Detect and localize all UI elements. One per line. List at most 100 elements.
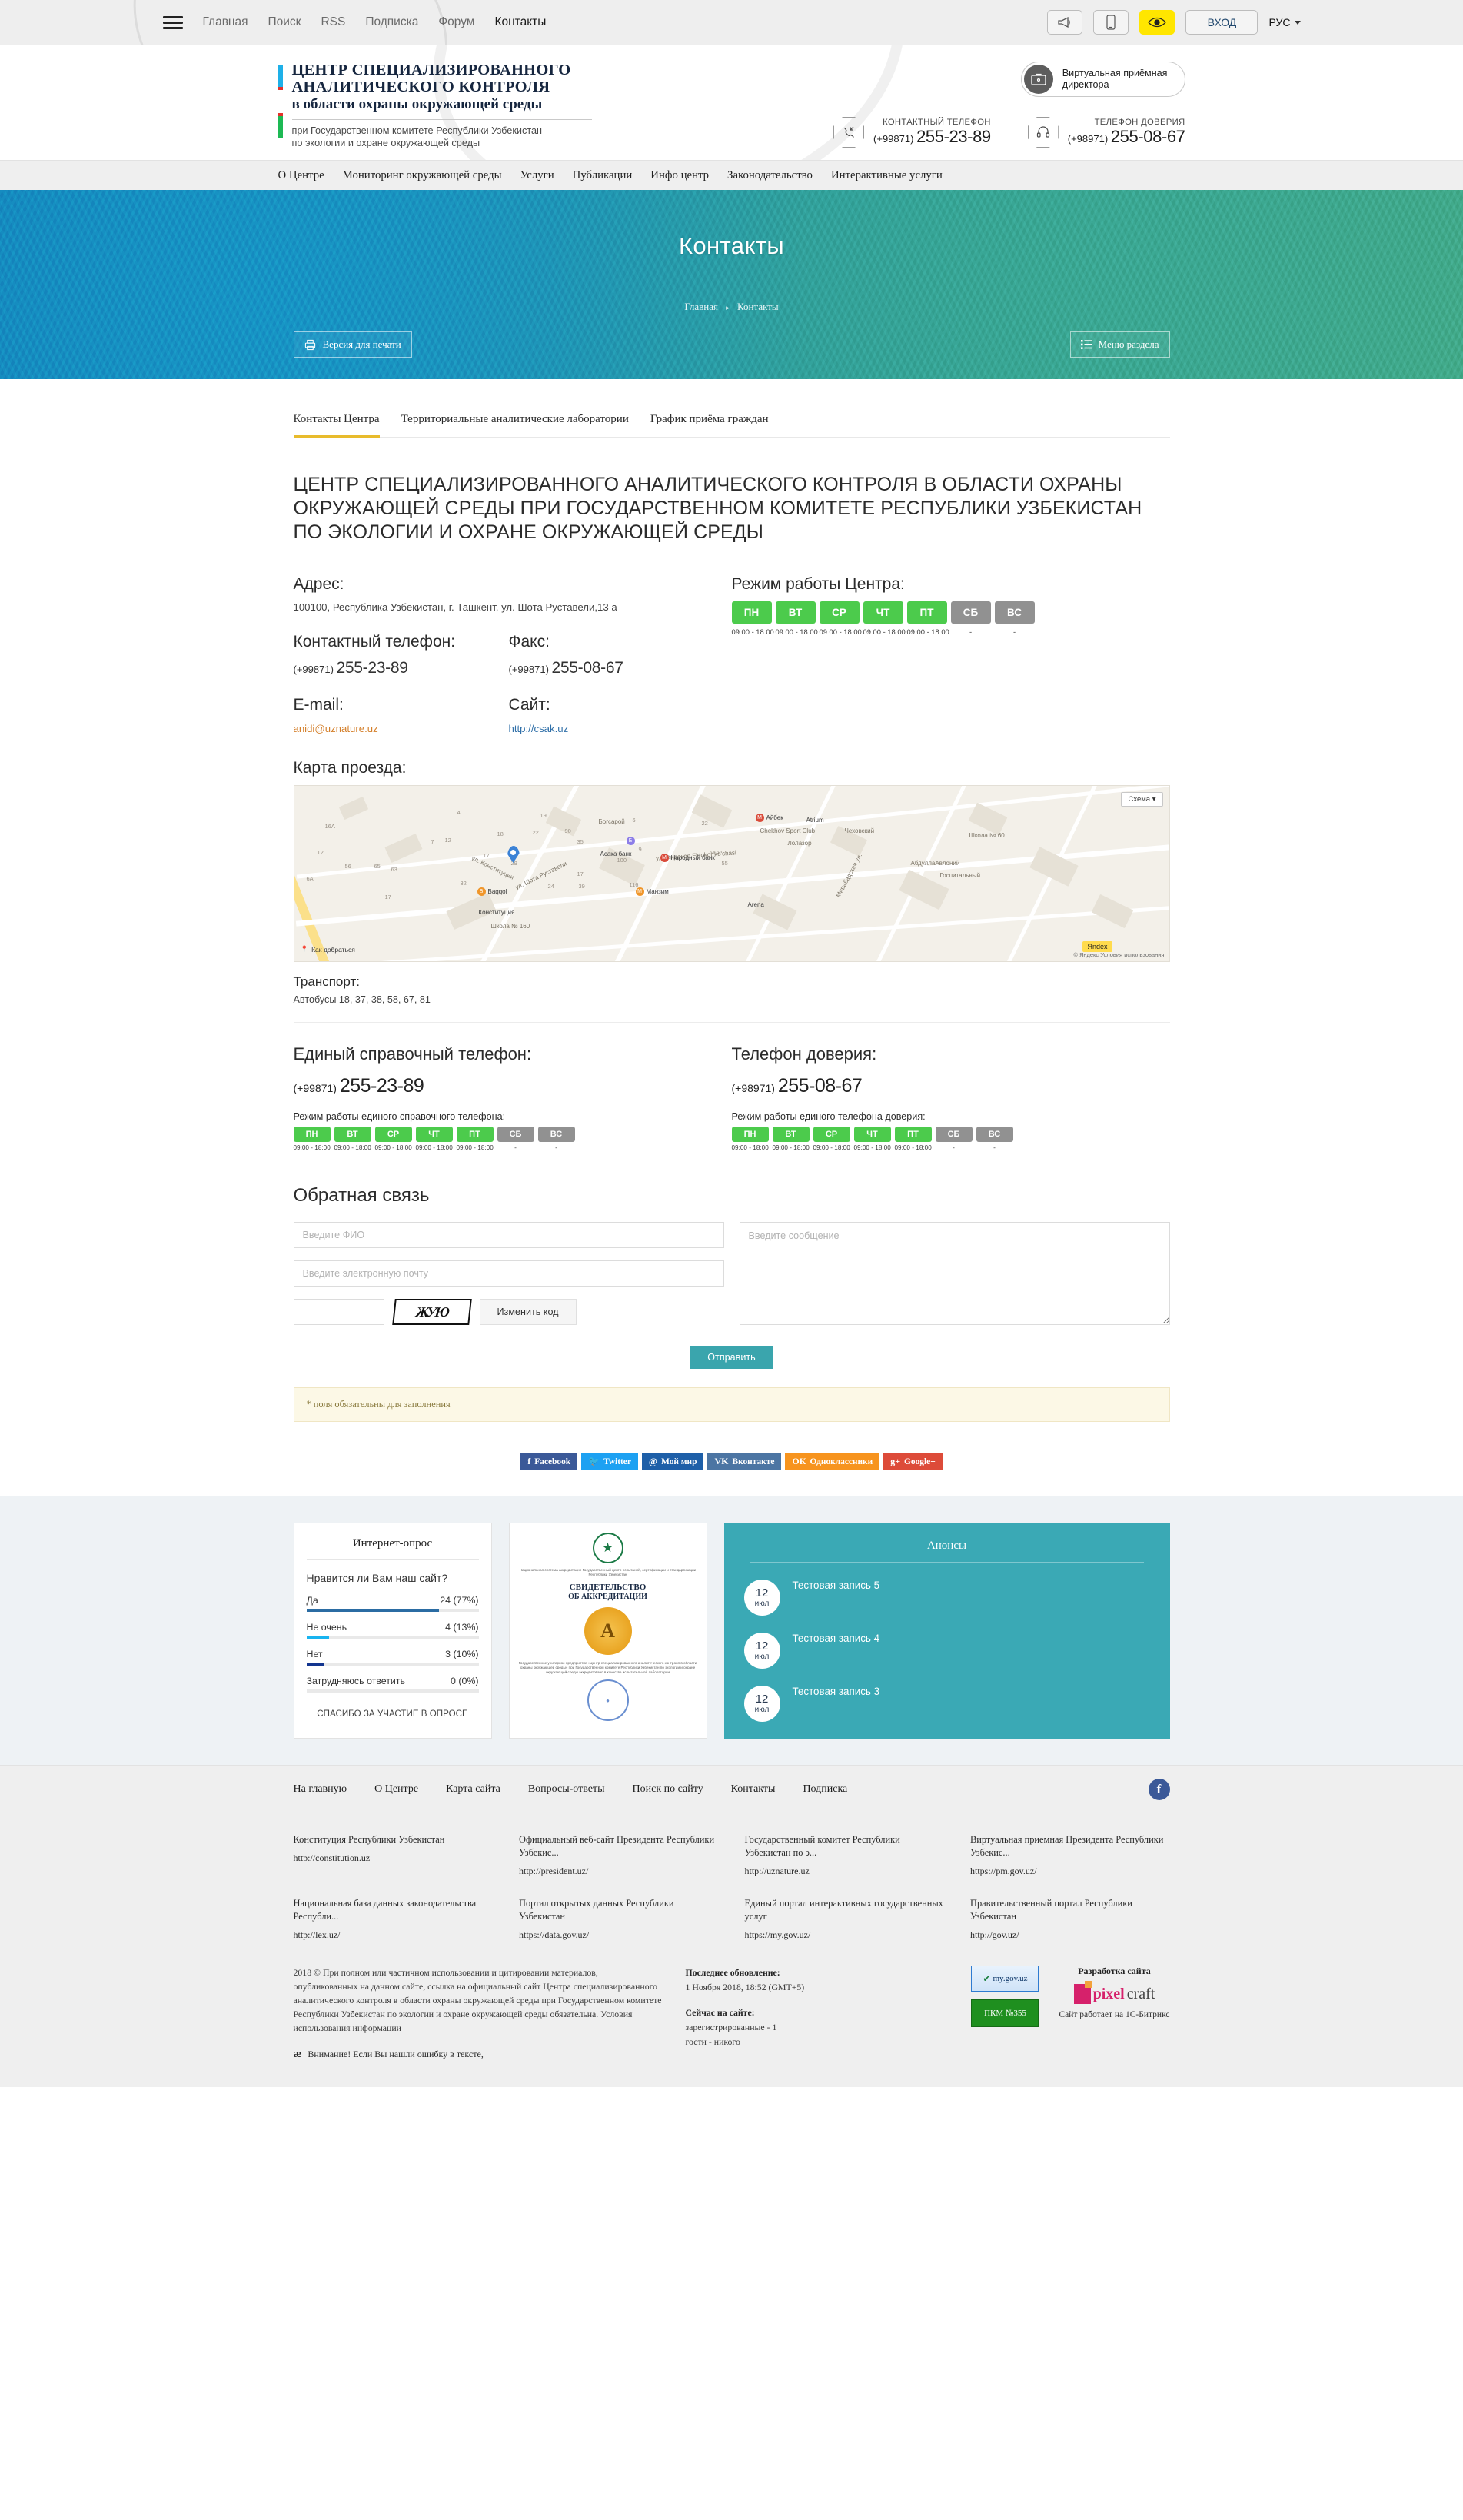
- footer-nav-na-glavnuyu[interactable]: На главную: [294, 1783, 347, 1796]
- announcement-item[interactable]: 12 июл Тестовая запись 4: [743, 1633, 1150, 1669]
- schedule-day: ВС -: [976, 1127, 1013, 1151]
- online-label: Сейчас на сайте:: [685, 2007, 755, 2018]
- mobile-phone-icon[interactable]: [1093, 10, 1129, 35]
- print-version-button[interactable]: Версия для печати: [293, 331, 412, 358]
- pkm-badge[interactable]: ПКМ №355: [971, 1999, 1039, 2027]
- main-nav-item-interaktivnye-uslugi[interactable]: Интерактивные услуги: [831, 169, 943, 182]
- certificate-widget[interactable]: Национальная система аккредитации Госуда…: [508, 1523, 707, 1739]
- top-nav-item-forum[interactable]: Форум: [438, 15, 474, 29]
- transport-value: Автобусы 18, 37, 38, 58, 67, 81: [293, 994, 431, 1005]
- uzbekistan-flag-bar: [278, 65, 283, 138]
- main-nav-item-o-centre[interactable]: О Центре: [278, 169, 324, 182]
- schedule-day: ЧТ 09:00 - 18:00: [863, 601, 906, 636]
- message-textarea[interactable]: [739, 1222, 1170, 1325]
- language-selector[interactable]: РУС: [1268, 16, 1301, 28]
- share-twitter-button[interactable]: 🐦 Twitter: [581, 1453, 638, 1470]
- center-schedule-title: Режим работы Центра:: [731, 575, 905, 593]
- share-vkontakte-button[interactable]: VK Вконтакте: [707, 1453, 782, 1470]
- page-title: ЦЕНТР СПЕЦИАЛИЗИРОВАННОГО АНАЛИТИЧЕСКОГО…: [293, 474, 1142, 543]
- share-odnoklassniki-button[interactable]: ОК Одноклассники: [785, 1453, 880, 1470]
- announcement-item[interactable]: 12 июл Тестовая запись 3: [743, 1686, 1150, 1722]
- announcement-item[interactable]: 12 июл Тестовая запись 5: [743, 1580, 1150, 1616]
- footer-link-url[interactable]: https://data.gov.uz/: [519, 1929, 719, 1941]
- top-nav-item-kontakty[interactable]: Контакты: [494, 15, 546, 29]
- header-trust-phone[interactable]: ТЕЛЕФОН ДОВЕРИЯ (+98971) 255-08-67: [1027, 117, 1185, 148]
- footer-link-url[interactable]: http://uznature.uz: [745, 1866, 945, 1877]
- schedule-day-chip: ПН: [293, 1127, 331, 1142]
- eye-icon[interactable]: [1139, 10, 1175, 35]
- footer-link-item: Официальный веб-сайт Президента Республи…: [519, 1833, 719, 1877]
- print-version-label: Версия для печати: [322, 338, 401, 350]
- email-input[interactable]: [293, 1260, 724, 1287]
- error-report-notice[interactable]: æ Внимание! Если Вы нашли ошибку в текст…: [294, 2047, 663, 2061]
- captcha-input[interactable]: [293, 1299, 384, 1325]
- fax-number: 255-08-67: [551, 659, 623, 677]
- announcement-day: 12: [755, 1693, 769, 1706]
- footer-nav-o-centre[interactable]: О Центре: [374, 1783, 418, 1796]
- virtual-reception-button[interactable]: Виртуальная приёмная директора: [1020, 62, 1185, 97]
- breadcrumb-home[interactable]: Главная: [684, 301, 718, 312]
- breadcrumb-separator-icon: ▸: [726, 304, 730, 311]
- poll-option-label: Не очень: [306, 1622, 347, 1633]
- logo-subtitle-2: по экологии и охране окружающей среды: [291, 138, 480, 148]
- footer-link-url[interactable]: http://president.uz/: [519, 1866, 719, 1877]
- footer-nav-kontakty[interactable]: Контакты: [731, 1783, 776, 1796]
- footer-nav-podpiska[interactable]: Подписка: [803, 1783, 847, 1796]
- refresh-captcha-button[interactable]: Изменить код: [479, 1299, 577, 1325]
- top-nav-item-poisk[interactable]: Поиск: [268, 15, 301, 29]
- top-nav-item-podpiska[interactable]: Подписка: [365, 15, 418, 29]
- share-facebook-button[interactable]: f Facebook: [520, 1453, 578, 1470]
- pixelcraft-logo[interactable]: pixel craft: [1059, 1981, 1169, 2004]
- hotline-number: 255-23-89: [339, 1075, 424, 1097]
- map-layer-selector[interactable]: Схема ▾: [1121, 792, 1163, 807]
- share-odnoklassniki-label: Одноклассники: [810, 1456, 873, 1466]
- main-nav-item-zakonodatelstvo[interactable]: Законодательство: [727, 169, 813, 182]
- footer-link-url[interactable]: http://constitution.uz: [294, 1853, 494, 1864]
- main-nav-item-publikacii[interactable]: Публикации: [573, 169, 633, 182]
- required-fields-note: * поля обязательны для заполнения: [293, 1387, 1170, 1422]
- site-value[interactable]: http://csak.uz: [509, 723, 569, 734]
- schedule-day-chip: СБ: [497, 1127, 534, 1142]
- poll-thanks: СПАСИБО ЗА УЧАСТИЕ В ОПРОСЕ: [317, 1709, 468, 1719]
- tab-territorialnye-laboratorii[interactable]: Территориальные аналитические лаборатори…: [401, 413, 629, 438]
- hotline-block: Единый справочный телефон: (+99871) 255-…: [293, 1044, 732, 1151]
- route-map[interactable]: 16A 12 56 65 63 6A 17 4 18 7 12 17 29 32…: [293, 785, 1170, 962]
- header-contact-phone[interactable]: КОНТАКТНЫЙ ТЕЛЕФОН (+99871) 255-23-89: [833, 117, 991, 148]
- site-logo[interactable]: ЦЕНТР СПЕЦИАЛИЗИРОВАННОГО АНАЛИТИЧЕСКОГО…: [278, 62, 592, 149]
- facebook-icon[interactable]: f: [1148, 1778, 1170, 1800]
- schedule-day-chip: СР: [813, 1127, 850, 1142]
- hero-banner: Контакты Главная ▸ Контакты Версия для п…: [0, 190, 1463, 379]
- tab-grafik-priema[interactable]: График приёма граждан: [650, 413, 769, 438]
- megaphone-icon[interactable]: [1047, 10, 1083, 35]
- schedule-day-hours: 09:00 - 18:00: [813, 1144, 850, 1151]
- main-nav-item-info-centr[interactable]: Инфо центр: [650, 169, 709, 182]
- footer-link-url[interactable]: https://my.gov.uz/: [745, 1929, 945, 1941]
- footer-nav-voprosy-otvety[interactable]: Вопросы-ответы: [528, 1783, 605, 1796]
- main-navigation: О Центре Мониторинг окружающей среды Усл…: [0, 160, 1463, 190]
- map-route-button[interactable]: 📍 Как добраться: [301, 945, 355, 954]
- footer-nav-poisk[interactable]: Поиск по сайту: [633, 1783, 703, 1796]
- googleplus-icon: g+: [890, 1456, 901, 1466]
- footer-link-url[interactable]: https://pm.gov.uz/: [970, 1866, 1170, 1877]
- contact-phone-number: 255-23-89: [336, 659, 408, 677]
- section-menu-button[interactable]: Меню раздела: [1069, 331, 1170, 358]
- email-value[interactable]: anidi@uznature.uz: [294, 723, 378, 734]
- main-nav-item-monitoring[interactable]: Мониторинг окружающей среды: [343, 169, 502, 182]
- hamburger-icon[interactable]: [162, 13, 183, 32]
- top-nav-item-glavnaya[interactable]: Главная: [203, 15, 248, 29]
- mygovuz-badge[interactable]: ✔ my.gov.uz: [971, 1966, 1039, 1992]
- footer-link-url[interactable]: http://gov.uz/: [970, 1929, 1170, 1941]
- widgets-strip: Интернет-опрос Нравится ли Вам наш сайт?…: [0, 1496, 1463, 1765]
- certificate-title-1: СВИДЕТЕЛЬСТВО: [569, 1583, 647, 1592]
- share-moimir-button[interactable]: @ Мой мир: [641, 1453, 704, 1470]
- main-nav-item-uslugi[interactable]: Услуги: [520, 169, 554, 182]
- tab-kontakty-centra[interactable]: Контакты Центра: [293, 413, 380, 438]
- footer-link-url[interactable]: http://lex.uz/: [294, 1929, 494, 1941]
- fullname-input[interactable]: [293, 1222, 724, 1248]
- share-googleplus-button[interactable]: g+ Google+: [883, 1453, 943, 1470]
- top-nav-item-rss[interactable]: RSS: [321, 15, 345, 29]
- login-button[interactable]: ВХОД: [1185, 10, 1259, 35]
- schedule-day-chip: СБ: [935, 1127, 973, 1142]
- submit-button[interactable]: Отправить: [690, 1346, 773, 1369]
- footer-nav-karta-sayta[interactable]: Карта сайта: [446, 1783, 500, 1796]
